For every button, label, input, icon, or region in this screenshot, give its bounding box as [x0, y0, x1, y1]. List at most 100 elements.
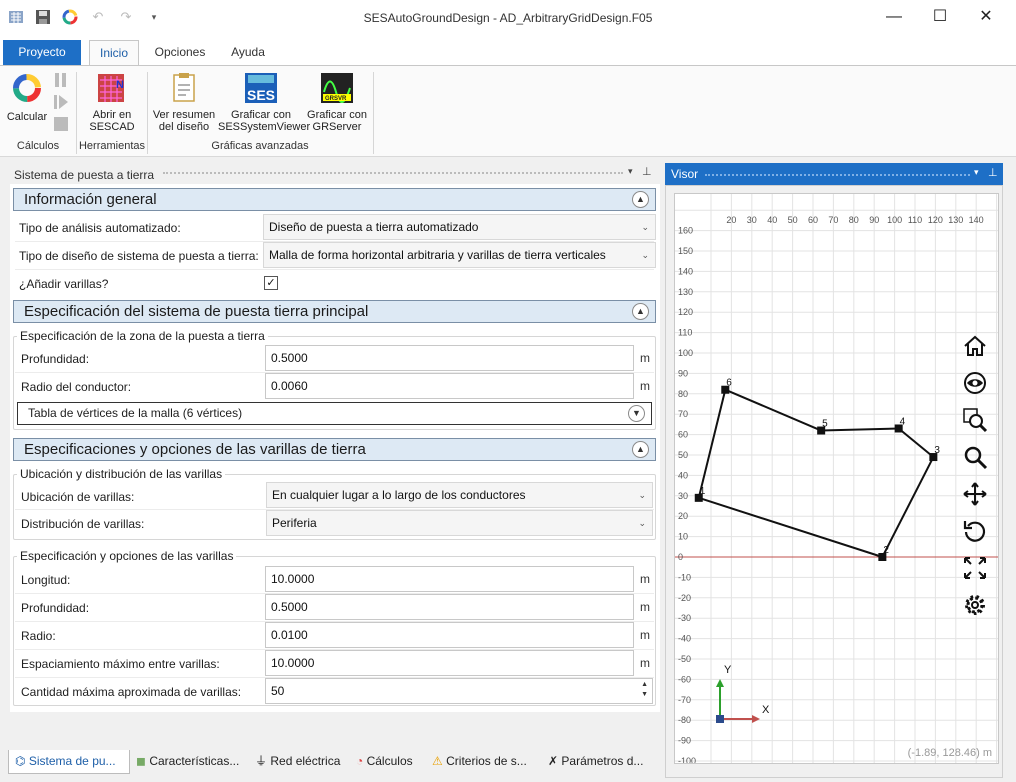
- tab-parametros[interactable]: ✗ Parámetros d...: [548, 750, 660, 774]
- tab-label: Cálculos: [366, 754, 413, 768]
- tab-sistema-puesta-tierra[interactable]: ⌬ Sistema de pu...: [8, 750, 130, 774]
- step-icon[interactable]: [53, 94, 69, 110]
- x-tick-label: 140: [969, 215, 984, 225]
- visor-canvas[interactable]: 20 30 40 50 60 70 80 90 100 110 120 130 140 160 150 140…: [674, 193, 999, 764]
- diseno-dropdown[interactable]: Malla de forma horizontal arbitraria y v…: [263, 242, 656, 268]
- longitud-input[interactable]: 10.0000: [265, 566, 634, 592]
- grid-plot[interactable]: 20 30 40 50 60 70 80 90 100 110 120 130 140160150140…: [675, 194, 999, 764]
- section-2-title: Especificación del sistema de puesta tie…: [24, 303, 369, 320]
- y-tick-label: -10: [678, 572, 691, 582]
- distribucion-dropdown[interactable]: Periferia ⌄: [266, 510, 653, 536]
- svg-text:N: N: [116, 79, 124, 91]
- x-tick-label: 100: [887, 215, 902, 225]
- tab-label: Red eléctrica: [270, 754, 341, 768]
- profundidad-varillas-input[interactable]: 0.5000: [265, 594, 634, 620]
- ses-icon: SES: [245, 73, 277, 103]
- pause-icon[interactable]: [53, 72, 69, 88]
- group-calculos: Cálculos: [16, 140, 60, 152]
- pane-grip: [163, 172, 623, 174]
- radio-conductor-label: Radio del conductor:: [21, 380, 132, 394]
- collapse-icon[interactable]: ▲: [632, 441, 649, 458]
- calc-icon: ◔: [356, 754, 364, 768]
- bottom-tabs: ⌬ Sistema de pu... ◼ Características... …: [8, 750, 660, 774]
- window-title: SESAutoGroundDesign - AD_ArbitraryGridDe…: [363, 11, 653, 25]
- graficar-grserver-button[interactable]: GRSVR Graficar con GRServer: [304, 72, 370, 133]
- tab-caracteristicas[interactable]: ◼ Características...: [136, 750, 248, 774]
- gear-icon[interactable]: [962, 592, 988, 618]
- stop-icon[interactable]: [53, 116, 69, 132]
- ver-resumen-button[interactable]: Ver resumen del diseño: [152, 72, 216, 133]
- pan-icon[interactable]: [962, 481, 988, 507]
- tab-proyecto[interactable]: Proyecto: [3, 40, 81, 66]
- close-button[interactable]: ✕: [963, 0, 1009, 34]
- cantidad-stepper[interactable]: 50 ▲ ▼: [265, 678, 653, 704]
- graf-gr-label-1: Graficar con: [307, 109, 367, 121]
- chevron-down-icon: ⌄: [641, 222, 649, 232]
- y-axis-arrowhead: [716, 679, 724, 687]
- minimize-button[interactable]: —: [871, 0, 917, 34]
- profundidad-input[interactable]: 0.5000: [265, 345, 634, 371]
- tab-calculos[interactable]: ◔ Cálculos: [356, 750, 428, 774]
- section-varillas[interactable]: Especificaciones y opciones de las varil…: [13, 438, 656, 461]
- y-tick-label: -60: [678, 674, 691, 684]
- rotate-icon[interactable]: [962, 518, 988, 544]
- tab-inicio[interactable]: Inicio: [89, 40, 139, 66]
- pin-icon[interactable]: ⊥: [988, 166, 998, 179]
- zoom-icon[interactable]: [962, 444, 988, 470]
- tab-label: Criterios de s...: [446, 754, 527, 768]
- grounding-icon: ⌬: [15, 754, 26, 768]
- calcular-button[interactable]: Calcular: [4, 72, 50, 123]
- analisis-dropdown[interactable]: Diseño de puesta a tierra automatizado ⌄: [263, 214, 656, 240]
- ubicacion-dropdown[interactable]: En cualquier lugar a lo largo de los con…: [266, 482, 653, 508]
- varillas-label: ¿Añadir varillas?: [19, 277, 109, 291]
- expand-icon[interactable]: ▼: [628, 405, 645, 422]
- x-tick-label: 60: [808, 215, 818, 225]
- y-tick-label: 60: [678, 430, 688, 440]
- vertex-label: 3: [934, 445, 940, 456]
- especificacion-varillas-caption: Especificación y opciones de las varilla…: [17, 549, 237, 563]
- maximize-button[interactable]: ☐: [917, 0, 963, 34]
- tabla-vertices-expander[interactable]: Tabla de vértices de la malla (6 vértice…: [17, 402, 652, 425]
- distribucion-value: Periferia: [272, 516, 317, 530]
- y-tick-label: 120: [678, 307, 693, 317]
- eye-icon[interactable]: [962, 370, 988, 396]
- pane-menu-icon[interactable]: ▾: [974, 167, 979, 178]
- group-herramientas: Herramientas: [78, 140, 146, 152]
- x-tick-label: 70: [828, 215, 838, 225]
- tab-ayuda[interactable]: Ayuda: [222, 40, 274, 66]
- tab-label: Parámetros d...: [561, 754, 644, 768]
- radio-varillas-input[interactable]: 0.0100: [265, 622, 634, 648]
- section-1-title: Información general: [24, 191, 157, 208]
- abrir-label-1: Abrir en: [92, 109, 132, 121]
- analisis-value: Diseño de puesta a tierra automatizado: [269, 220, 479, 234]
- radio-conductor-input[interactable]: 0.0060: [265, 373, 634, 399]
- varillas-checkbox[interactable]: ✓: [264, 276, 278, 290]
- x-tick-label: 90: [869, 215, 879, 225]
- grid-conductor: [881, 456, 935, 558]
- pane-menu-icon[interactable]: ▾: [628, 166, 633, 177]
- zoom-window-icon[interactable]: [962, 407, 988, 433]
- y-tick-label: 0: [678, 552, 683, 562]
- abrir-sescad-button[interactable]: N Abrir en SESCAD: [84, 72, 140, 133]
- stepper-arrows-icon[interactable]: ▲ ▼: [641, 680, 648, 700]
- unit-label: m: [640, 656, 650, 670]
- collapse-icon[interactable]: ▲: [632, 191, 649, 208]
- ubicacion-value: En cualquier lugar a lo largo de los con…: [272, 488, 526, 502]
- tab-opciones[interactable]: Opciones: [148, 40, 212, 66]
- section-sistema-principal[interactable]: Especificación del sistema de puesta tie…: [13, 300, 656, 323]
- graficar-sessystemviewer-button[interactable]: SES Graficar con SESSystemViewer: [218, 72, 310, 133]
- x-tick-label: 30: [747, 215, 757, 225]
- tab-red-electrica[interactable]: ⏚ Red eléctrica: [255, 750, 347, 774]
- collapse-icon[interactable]: ▲: [632, 303, 649, 320]
- profundidad-label: Profundidad:: [21, 352, 90, 366]
- grid-conductor: [821, 427, 899, 432]
- home-icon[interactable]: [962, 333, 988, 359]
- pin-icon[interactable]: ⊥: [642, 165, 652, 178]
- fit-icon[interactable]: [962, 555, 988, 581]
- section-informacion-general[interactable]: Información general ▲: [13, 188, 656, 211]
- profundidad-varillas-label: Profundidad:: [21, 601, 90, 615]
- x-tick-label: 130: [948, 215, 963, 225]
- espaciamiento-input[interactable]: 10.0000: [265, 650, 634, 676]
- tab-criterios[interactable]: ⚠ Criterios de s...: [432, 750, 542, 774]
- resumen-label-2: del diseño: [158, 121, 210, 133]
